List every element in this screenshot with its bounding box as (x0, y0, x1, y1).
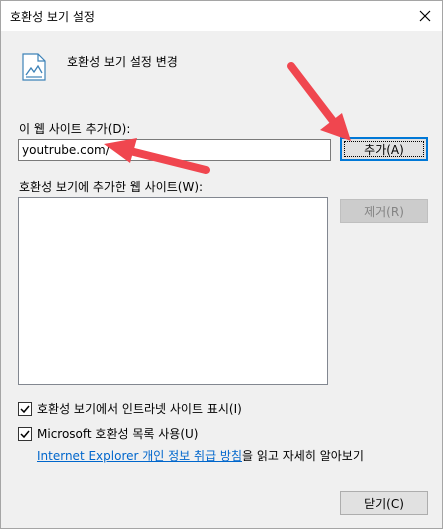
window-title: 호환성 보기 설정 (10, 10, 95, 24)
added-sites-label: 호환성 보기에 추가한 웹 사이트(W): (19, 180, 204, 194)
checkmark-icon (20, 405, 30, 413)
close-window-button[interactable] (408, 1, 442, 31)
dialog-heading: 호환성 보기 설정 변경 (67, 55, 178, 69)
settings-document-icon (22, 53, 46, 84)
close-button[interactable]: 닫기(C) (340, 491, 428, 515)
ms-list-option[interactable]: Microsoft 호환성 목록 사용(U) (18, 425, 198, 442)
added-sites-list[interactable] (18, 197, 328, 385)
add-site-label: 이 웹 사이트 추가(D): (19, 122, 131, 136)
privacy-row: Internet Explorer 개인 정보 취급 방침을 읽고 자세히 알아… (37, 447, 364, 464)
ms-list-option-label: Microsoft 호환성 목록 사용(U) (37, 427, 199, 441)
intranet-checkbox[interactable] (18, 401, 32, 416)
close-icon (419, 10, 431, 22)
close-button-label: 닫기(C) (364, 496, 404, 511)
remove-button-label: 제거(R) (364, 204, 404, 219)
privacy-policy-link[interactable]: Internet Explorer 개인 정보 취급 방침 (37, 449, 242, 463)
add-button[interactable]: 추가(A) (340, 137, 428, 161)
intranet-option-label: 호환성 보기에서 인트라넷 사이트 표시(I) (37, 402, 242, 416)
focus-rectangle (344, 141, 424, 157)
intranet-option[interactable]: 호환성 보기에서 인트라넷 사이트 표시(I) (18, 400, 242, 417)
remove-button[interactable]: 제거(R) (340, 199, 428, 223)
title-bar: 호환성 보기 설정 (1, 1, 442, 31)
checkmark-icon (20, 430, 30, 438)
compatibility-view-dialog: 호환성 보기 설정 호환성 보기 설정 변경 이 웹 사이트 추가(D): 추가… (0, 0, 443, 529)
privacy-suffix-text: 을 읽고 자세히 알아보기 (242, 449, 364, 463)
ms-list-checkbox[interactable] (18, 426, 32, 441)
add-site-input[interactable] (18, 139, 331, 161)
